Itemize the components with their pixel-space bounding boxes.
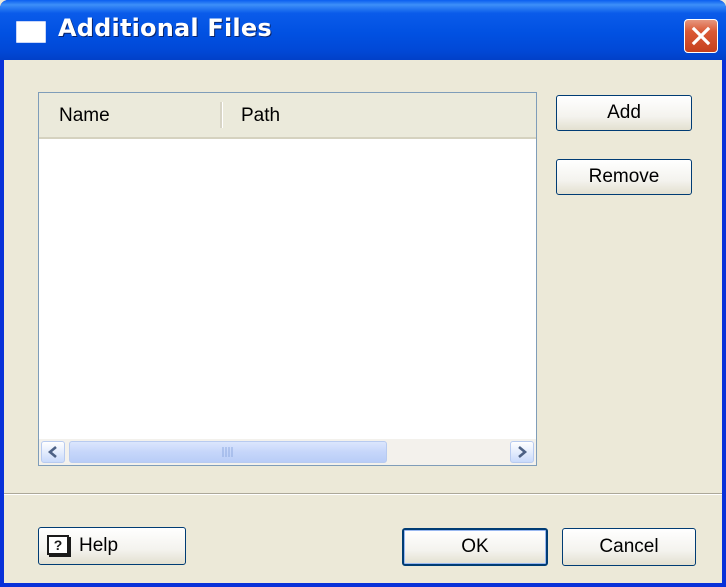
ok-button[interactable]: OK: [402, 528, 548, 566]
column-separator[interactable]: [220, 102, 223, 128]
list-body[interactable]: [39, 139, 536, 439]
footer-divider: [4, 493, 722, 495]
window-icon: [16, 21, 46, 43]
svg-text:?: ?: [54, 537, 63, 553]
arrow-left-icon: [47, 446, 57, 458]
column-header-path[interactable]: Path: [241, 105, 280, 127]
horizontal-scrollbar[interactable]: [39, 439, 536, 465]
scroll-left-button[interactable]: [41, 441, 65, 463]
help-button-label: Help: [79, 535, 119, 556]
dialog-body: Name Path Add Remove ? Help OK Cancel: [4, 60, 722, 583]
scrollbar-grip-icon: [222, 447, 233, 457]
list-header: Name Path: [39, 93, 536, 139]
window-title: Additional Files: [58, 14, 272, 42]
cancel-button[interactable]: Cancel: [562, 528, 696, 566]
help-button[interactable]: ? Help: [38, 527, 186, 565]
title-bar[interactable]: Additional Files: [0, 0, 726, 60]
help-book-icon: ?: [47, 535, 71, 557]
close-button[interactable]: [684, 19, 718, 53]
column-header-name[interactable]: Name: [59, 105, 110, 127]
arrow-right-icon: [518, 446, 528, 458]
scroll-right-button[interactable]: [510, 441, 534, 463]
add-button[interactable]: Add: [556, 95, 692, 131]
close-icon: [691, 26, 711, 46]
scrollbar-thumb[interactable]: [69, 441, 387, 463]
remove-button[interactable]: Remove: [556, 159, 692, 195]
dialog-window: Additional Files Name Path Add Remove ? …: [0, 0, 726, 587]
files-list-view[interactable]: Name Path: [38, 92, 537, 466]
